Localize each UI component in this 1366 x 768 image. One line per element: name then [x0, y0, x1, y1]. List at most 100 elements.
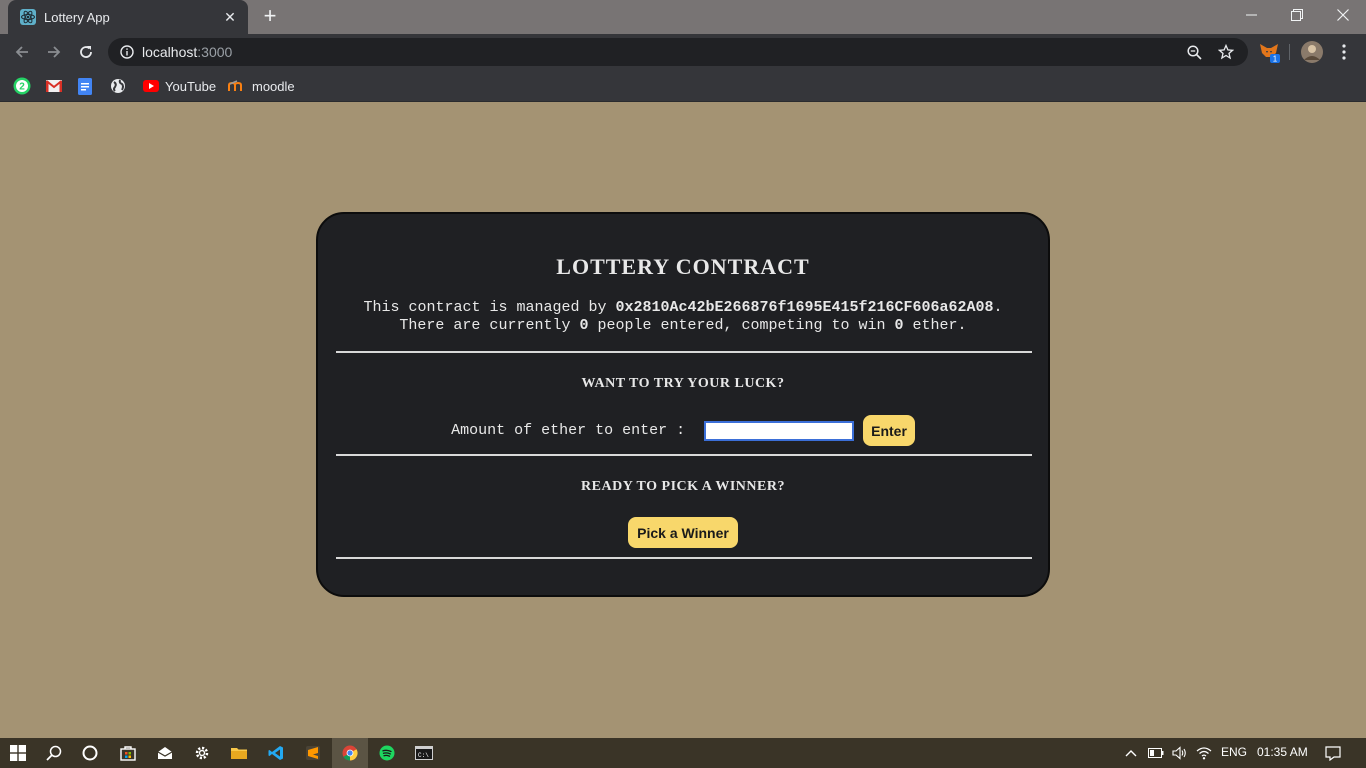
profile-avatar[interactable] — [1298, 38, 1326, 66]
url-host: localhost — [142, 44, 198, 60]
prize-balance: 0 — [894, 317, 904, 334]
gear-icon — [195, 746, 209, 760]
zoom-icon[interactable] — [1186, 44, 1202, 60]
bookmark-globe[interactable] — [110, 76, 126, 96]
tab-title: Lottery App — [44, 9, 110, 25]
globe-icon — [111, 79, 125, 93]
back-arrow-icon — [15, 46, 28, 58]
divider-3 — [336, 557, 1032, 559]
address-bar[interactable]: localhost:3000 — [108, 38, 1248, 66]
back-button[interactable] — [8, 38, 36, 66]
contract-info: This contract is managed by 0x2810Ac42bE… — [318, 299, 1048, 335]
bookmark-label-youtube: YouTube — [165, 78, 217, 94]
taskbar-vscode[interactable] — [258, 738, 294, 768]
divider-1 — [336, 351, 1032, 353]
windows-logo-icon — [10, 745, 26, 761]
close-tab-icon[interactable]: ✕ — [220, 9, 240, 26]
taskbar-file-explorer[interactable] — [221, 738, 257, 768]
restore-icon — [1291, 9, 1303, 21]
bookmark-label-moodle: moodle — [252, 78, 295, 94]
new-tab-button[interactable]: + — [258, 5, 282, 29]
managed-prefix: This contract is managed by — [363, 299, 616, 316]
battery-icon — [1148, 748, 1164, 758]
bookmark-youtube[interactable]: YouTube — [143, 76, 216, 96]
entered-suffix: ether. — [903, 317, 967, 334]
pick-winner-row: Pick a Winner — [318, 517, 1048, 548]
mail-icon — [157, 747, 173, 759]
info-icon[interactable] — [120, 45, 134, 59]
store-bag-icon — [120, 746, 136, 761]
action-center-button[interactable] — [1318, 738, 1348, 768]
chrome-icon — [342, 745, 358, 761]
divider-2 — [336, 454, 1032, 456]
metamask-extension-button[interactable]: 1 — [1255, 38, 1283, 66]
cmd-terminal-icon: C:\ — [415, 746, 433, 760]
managed-suffix: . — [993, 299, 1003, 316]
whatsapp-icon: 2 — [13, 77, 31, 95]
taskbar-sublime[interactable] — [295, 738, 331, 768]
browser-titlebar: Lottery App ✕ + — [0, 0, 1366, 34]
vscode-icon — [268, 746, 283, 760]
close-window-button[interactable] — [1320, 0, 1366, 30]
metamask-fox-icon: 1 — [1260, 44, 1280, 64]
chevron-up-icon — [1125, 750, 1137, 757]
manager-address: 0x2810Ac42bE266876f1695E415f216CF606a62A… — [615, 299, 994, 316]
tab-lottery-app[interactable]: Lottery App ✕ — [8, 0, 248, 34]
forward-arrow-icon — [48, 46, 61, 58]
avatar-icon — [1301, 41, 1323, 63]
try-luck-heading: WANT TO TRY YOUR LUCK? — [581, 376, 785, 391]
bookmarks-bar: 2 YouTube moodle — [0, 70, 1366, 102]
battery-status[interactable] — [1144, 738, 1168, 768]
notification-icon — [1325, 745, 1341, 761]
wifi-icon — [1196, 747, 1212, 760]
volume-control[interactable] — [1168, 738, 1192, 768]
entered-prefix: There are currently — [399, 317, 580, 334]
speaker-icon — [1172, 746, 1186, 760]
folder-icon — [231, 748, 247, 759]
taskbar-settings[interactable] — [184, 738, 220, 768]
cortana-button[interactable] — [72, 738, 108, 768]
taskbar-spotify[interactable] — [369, 738, 405, 768]
amount-label: Amount of ether to enter : — [451, 422, 695, 439]
forward-button[interactable] — [40, 38, 68, 66]
taskbar-chrome[interactable] — [332, 738, 368, 768]
taskbar-terminal[interactable]: C:\ — [406, 738, 442, 768]
url-port: :3000 — [197, 44, 233, 60]
whatsapp-badge: 2 — [19, 82, 25, 93]
gmail-icon — [46, 80, 62, 92]
bookmark-docs[interactable] — [78, 76, 92, 96]
tray-overflow-button[interactable] — [1118, 738, 1144, 768]
minimize-icon — [1245, 14, 1257, 16]
bookmark-star-icon[interactable] — [1218, 44, 1234, 60]
enter-form: Amount of ether to enter : Enter — [318, 415, 1048, 446]
start-button[interactable] — [0, 738, 36, 768]
taskbar-mail[interactable] — [147, 738, 183, 768]
clock-time[interactable]: 01:35 AM — [1257, 745, 1308, 759]
docs-icon — [78, 77, 92, 95]
extension-badge: 1 — [1273, 55, 1278, 64]
search-button[interactable] — [36, 738, 72, 768]
taskbar-store[interactable] — [110, 738, 146, 768]
network-status[interactable] — [1192, 738, 1216, 768]
pick-winner-button[interactable]: Pick a Winner — [628, 517, 738, 548]
close-icon — [1337, 9, 1349, 21]
minimize-button[interactable] — [1228, 0, 1274, 30]
amount-input[interactable] — [704, 420, 855, 441]
svg-text:C:\: C:\ — [418, 752, 429, 759]
input-language[interactable]: ENG — [1221, 745, 1247, 759]
pick-winner-heading: READY TO PICK A WINNER? — [581, 479, 785, 494]
bookmark-moodle[interactable]: moodle — [228, 76, 295, 96]
enter-button[interactable]: Enter — [863, 415, 915, 446]
reload-button[interactable] — [72, 38, 100, 66]
moodle-icon — [228, 80, 242, 91]
bookmark-whatsapp[interactable]: 2 — [13, 76, 31, 96]
bookmark-gmail[interactable] — [46, 76, 62, 96]
url-text: localhost:3000 — [142, 44, 232, 60]
browser-toolbar: localhost:3000 1 — [0, 34, 1366, 70]
youtube-icon — [143, 80, 159, 92]
browser-menu-button[interactable] — [1330, 38, 1358, 66]
windows-taskbar: C:\ ENG 01:35 AM — [0, 738, 1366, 768]
restore-button[interactable] — [1274, 0, 1320, 30]
search-icon — [46, 745, 62, 761]
more-vertical-icon — [1342, 44, 1346, 60]
